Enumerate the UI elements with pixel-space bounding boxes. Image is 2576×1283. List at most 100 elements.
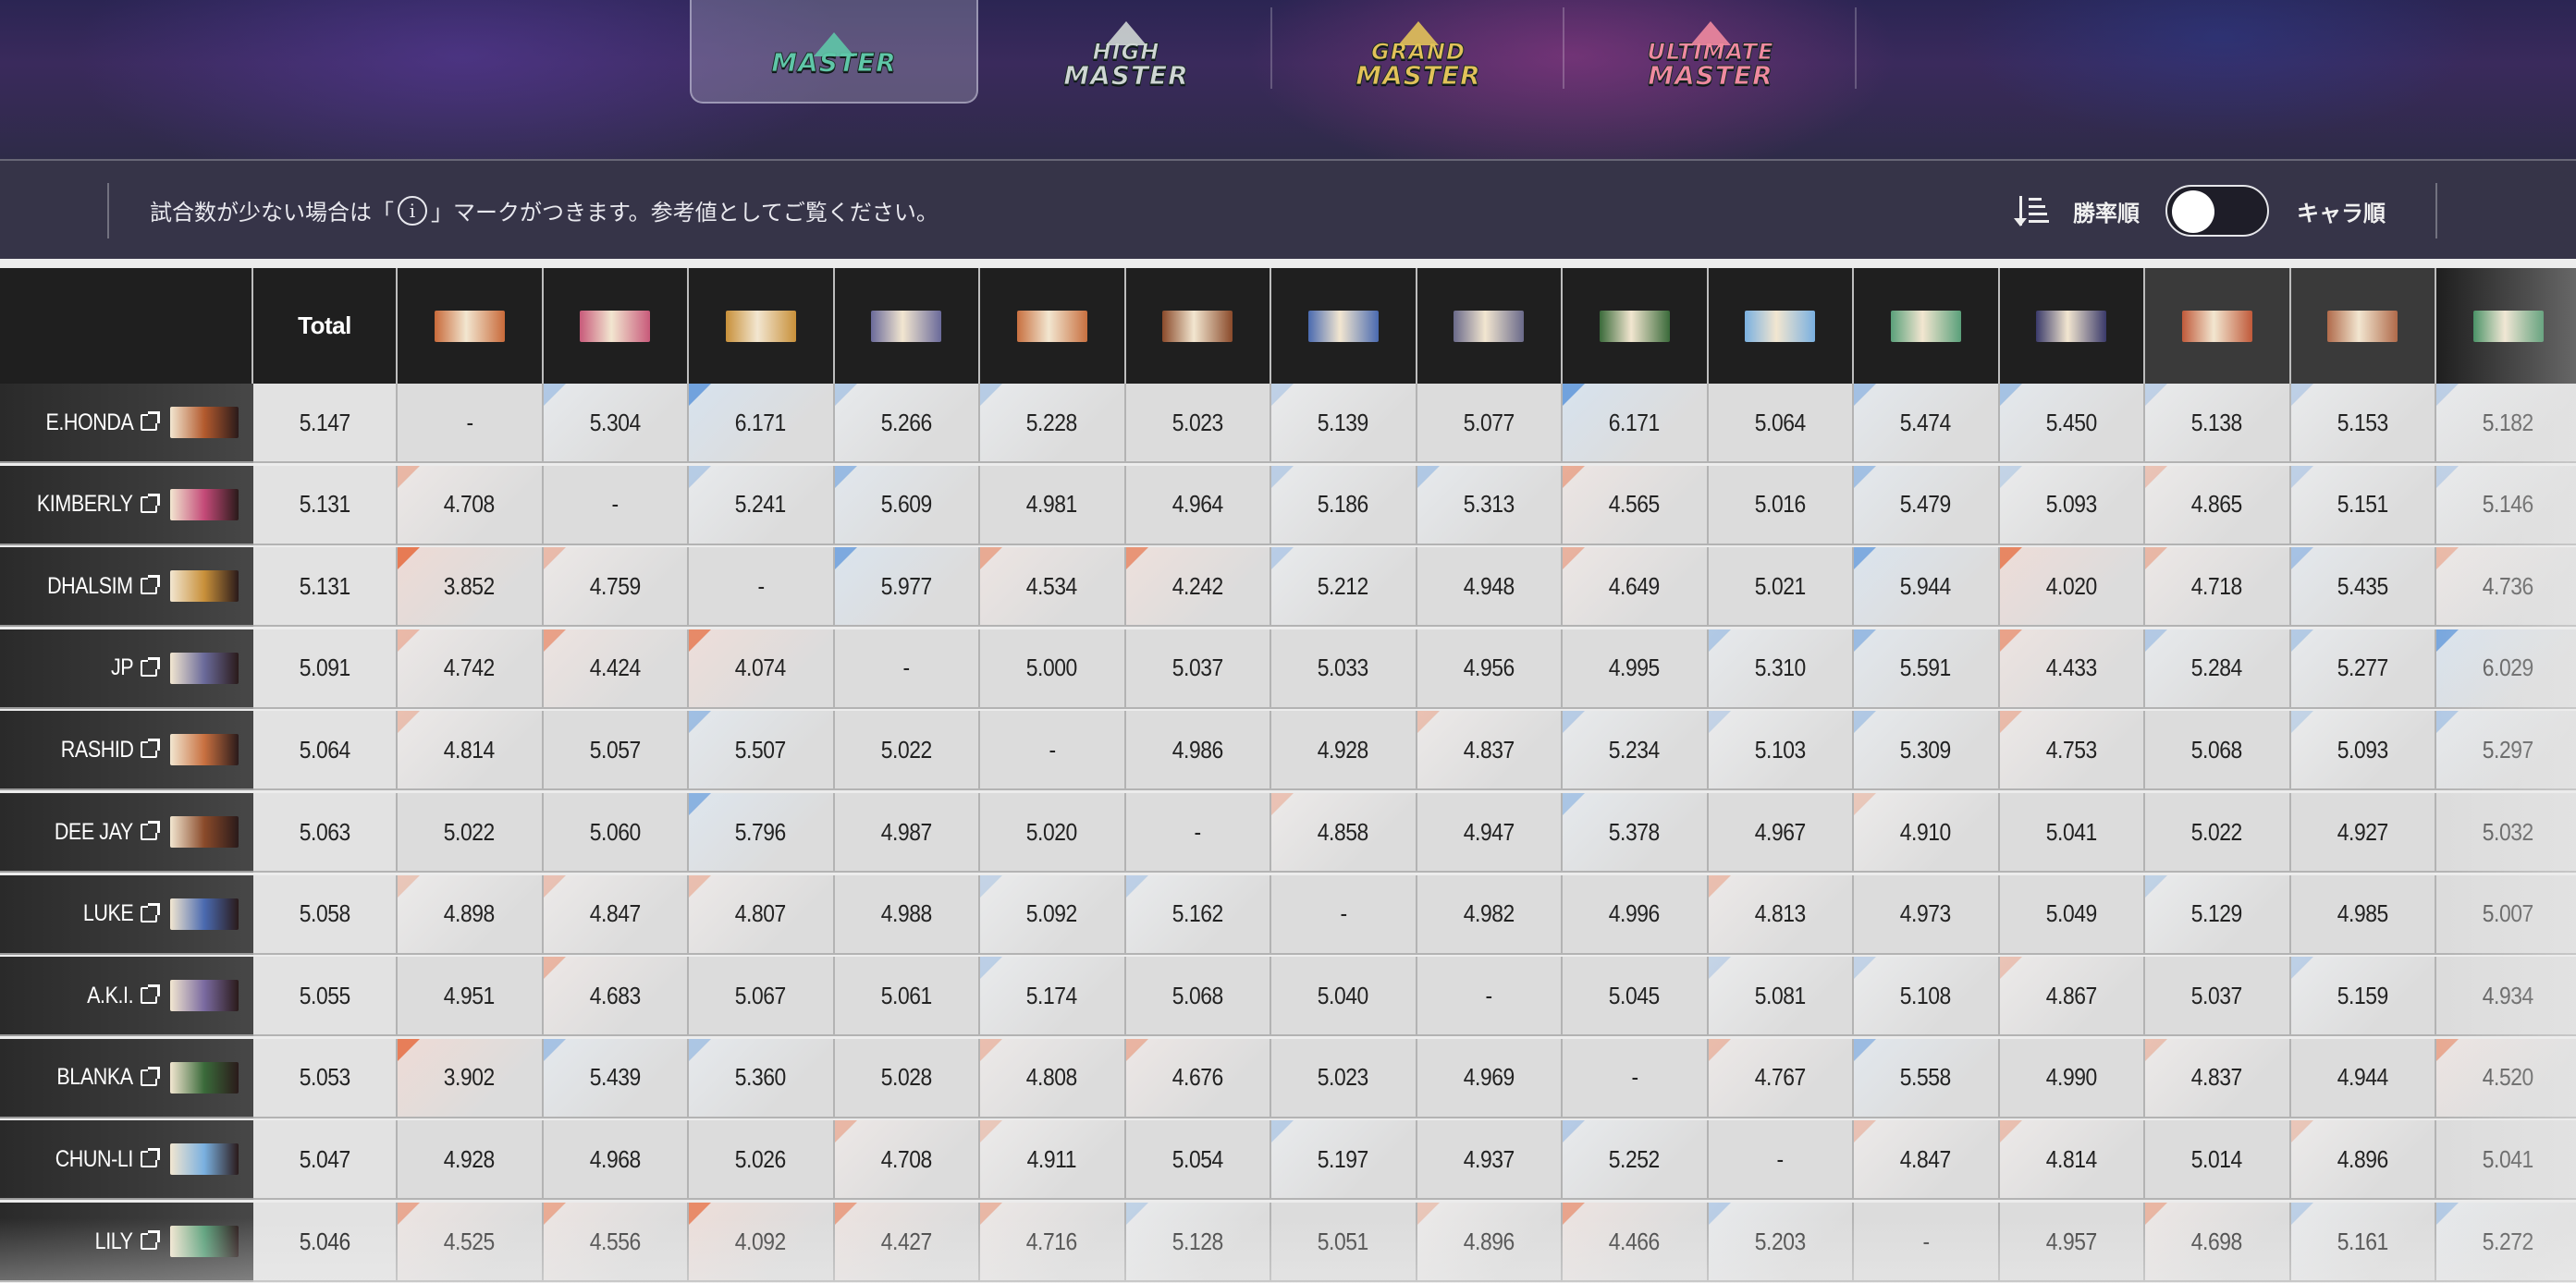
matchup-cell[interactable]: 5.057 [543, 711, 689, 791]
matchup-cell[interactable]: 4.716 [980, 1203, 1126, 1282]
matchup-cell[interactable]: 4.807 [689, 874, 835, 955]
matchup-cell[interactable]: 4.808 [980, 1038, 1126, 1118]
matchup-cell[interactable]: 4.424 [543, 629, 689, 709]
column-header-14[interactable] [2436, 268, 2576, 384]
matchup-cell[interactable]: 4.988 [834, 874, 980, 955]
matchup-cell[interactable]: 5.103 [1708, 711, 1854, 791]
matchup-cell[interactable]: 3.852 [398, 547, 544, 628]
matchup-cell[interactable]: 4.896 [1417, 1203, 1563, 1282]
matchup-cell[interactable]: 4.814 [398, 711, 544, 791]
matchup-cell[interactable]: 4.996 [1563, 874, 1709, 955]
matchup-cell[interactable]: 5.944 [1854, 547, 2000, 628]
matchup-cell[interactable]: 4.986 [1125, 711, 1271, 791]
matchup-cell[interactable]: 5.435 [2290, 547, 2436, 628]
matchup-cell[interactable]: - [398, 384, 544, 463]
column-header-3[interactable] [834, 268, 980, 384]
matchup-cell[interactable]: 5.796 [689, 793, 835, 873]
matchup-cell[interactable]: 5.064 [1708, 384, 1854, 463]
matchup-cell[interactable]: 4.982 [1417, 874, 1563, 955]
matchup-cell[interactable]: 5.037 [2145, 957, 2291, 1037]
matchup-cell[interactable]: 4.767 [1708, 1038, 1854, 1118]
matchup-cell[interactable]: - [543, 465, 689, 545]
matchup-cell[interactable]: 4.957 [1999, 1203, 2145, 1282]
matchup-cell[interactable]: - [1417, 957, 1563, 1037]
matchup-cell[interactable]: 5.108 [1854, 957, 2000, 1037]
matchup-cell[interactable]: 5.313 [1417, 465, 1563, 545]
matchup-cell[interactable]: - [689, 547, 835, 628]
matchup-cell[interactable]: 5.162 [1125, 874, 1271, 955]
matchup-cell[interactable]: 5.977 [834, 547, 980, 628]
row-header-jp[interactable]: JP [0, 629, 253, 709]
matchup-cell[interactable]: 4.742 [398, 629, 544, 709]
matchup-cell[interactable]: 5.360 [689, 1038, 835, 1118]
matchup-cell[interactable]: 5.153 [2290, 384, 2436, 463]
matchup-cell[interactable]: 5.000 [980, 629, 1126, 709]
matchup-cell[interactable]: 5.092 [980, 874, 1126, 955]
matchup-cell[interactable]: 5.037 [1125, 629, 1271, 709]
matchup-cell[interactable]: - [1563, 1038, 1709, 1118]
matchup-cell[interactable]: 5.241 [689, 465, 835, 545]
matchup-cell[interactable]: 5.146 [2436, 465, 2576, 545]
external-link-icon[interactable] [141, 984, 160, 1005]
matchup-cell[interactable]: 5.151 [2290, 465, 2436, 545]
rank-tab-2[interactable]: GRAND MASTER [1272, 0, 1564, 104]
matchup-cell[interactable]: 4.858 [1271, 793, 1417, 873]
row-header-dhalsim[interactable]: DHALSIM [0, 547, 253, 628]
external-link-icon[interactable] [141, 902, 160, 923]
matchup-cell[interactable]: - [1271, 874, 1417, 955]
matchup-cell[interactable]: 5.026 [689, 1120, 835, 1201]
matchup-cell[interactable]: 4.964 [1125, 465, 1271, 545]
matchup-cell[interactable]: 4.433 [1999, 629, 2145, 709]
matchup-cell[interactable]: 5.161 [2290, 1203, 2436, 1282]
matchup-cell[interactable]: 4.927 [2290, 793, 2436, 873]
matchup-cell[interactable]: 5.032 [2436, 793, 2576, 873]
matchup-cell[interactable]: 5.021 [1708, 547, 1854, 628]
matchup-cell[interactable]: 5.272 [2436, 1203, 2576, 1282]
external-link-icon[interactable] [141, 493, 160, 513]
matchup-cell[interactable]: 4.708 [834, 1120, 980, 1201]
matchup-cell[interactable]: 4.814 [1999, 1120, 2145, 1201]
matchup-cell[interactable]: 5.045 [1563, 957, 1709, 1037]
matchup-cell[interactable]: 6.029 [2436, 629, 2576, 709]
matchup-cell[interactable]: 4.074 [689, 629, 835, 709]
matchup-cell[interactable]: 5.023 [1271, 1038, 1417, 1118]
matchup-cell[interactable]: 4.427 [834, 1203, 980, 1282]
matchup-cell[interactable]: 4.813 [1708, 874, 1854, 955]
matchup-cell[interactable]: 4.759 [543, 547, 689, 628]
external-link-icon[interactable] [141, 821, 160, 840]
matchup-cell[interactable]: 5.041 [1999, 793, 2145, 873]
matchup-cell[interactable]: 5.128 [1125, 1203, 1271, 1282]
matchup-cell[interactable]: 4.020 [1999, 547, 2145, 628]
matchup-cell[interactable]: 4.847 [1854, 1120, 2000, 1201]
external-link-icon[interactable] [141, 739, 160, 759]
column-header-9[interactable] [1708, 268, 1854, 384]
matchup-cell[interactable]: 5.060 [543, 793, 689, 873]
matchup-cell[interactable]: - [1125, 793, 1271, 873]
column-header-7[interactable] [1417, 268, 1563, 384]
matchup-cell[interactable]: 5.022 [2145, 793, 2291, 873]
matchup-cell[interactable]: 5.450 [1999, 384, 2145, 463]
matchup-cell[interactable]: 4.969 [1417, 1038, 1563, 1118]
matchup-cell[interactable]: 5.020 [980, 793, 1126, 873]
column-header-1[interactable] [543, 268, 689, 384]
matchup-cell[interactable]: 5.016 [1708, 465, 1854, 545]
column-header-12[interactable] [2145, 268, 2291, 384]
matchup-cell[interactable]: 4.718 [2145, 547, 2291, 628]
matchup-cell[interactable]: 5.022 [398, 793, 544, 873]
external-link-icon[interactable] [141, 411, 160, 431]
matchup-cell[interactable]: 4.934 [2436, 957, 2576, 1037]
column-header-2[interactable] [689, 268, 835, 384]
matchup-cell[interactable]: 5.139 [1271, 384, 1417, 463]
matchup-cell[interactable]: 4.981 [980, 465, 1126, 545]
matchup-cell[interactable]: 4.995 [1563, 629, 1709, 709]
matchup-cell[interactable]: 4.910 [1854, 793, 2000, 873]
row-header-a-k-i-[interactable]: A.K.I. [0, 957, 253, 1037]
matchup-cell[interactable]: 4.956 [1417, 629, 1563, 709]
matchup-cell[interactable]: 5.054 [1125, 1120, 1271, 1201]
matchup-cell[interactable]: 5.212 [1271, 547, 1417, 628]
matchup-cell[interactable]: 4.556 [543, 1203, 689, 1282]
column-header-4[interactable] [980, 268, 1126, 384]
external-link-icon[interactable] [141, 575, 160, 595]
matchup-cell[interactable]: - [1708, 1120, 1854, 1201]
matchup-cell[interactable]: 5.378 [1563, 793, 1709, 873]
